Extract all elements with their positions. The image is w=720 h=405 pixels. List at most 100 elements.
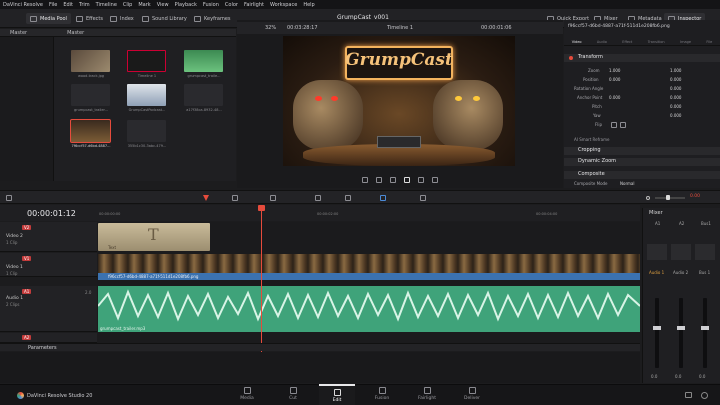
sound-library-button[interactable]: Sound Library xyxy=(138,13,191,24)
transform-toggle-icon[interactable] xyxy=(569,56,573,60)
menu-color[interactable]: Color xyxy=(225,2,238,8)
marker-icon[interactable] xyxy=(420,195,426,201)
loop-icon[interactable] xyxy=(432,177,438,183)
timeline-selector[interactable]: Timeline 1 xyxy=(387,25,413,31)
link-icon[interactable] xyxy=(345,195,351,201)
menu-fusion[interactable]: Fusion xyxy=(203,2,219,8)
page-cut[interactable]: Cut xyxy=(275,384,311,405)
track-id-a1[interactable]: A1 xyxy=(22,289,32,294)
index-button[interactable]: Index xyxy=(106,13,138,24)
track-id-v1[interactable]: V1 xyxy=(22,256,32,261)
yaw-value[interactable]: 0.000 xyxy=(670,113,681,118)
flag-icon[interactable] xyxy=(380,195,386,201)
fader-track-a2[interactable] xyxy=(679,298,683,368)
fader-track-bus1[interactable] xyxy=(703,298,707,368)
insert-clip-icon[interactable] xyxy=(270,195,276,201)
page-deliver[interactable]: Deliver xyxy=(454,384,490,405)
mixer-eq-a2[interactable] xyxy=(671,244,691,260)
settings-gear-icon[interactable] xyxy=(701,392,708,399)
menu-timeline[interactable]: Timeline xyxy=(96,2,117,8)
tab-image[interactable]: Image xyxy=(680,40,691,45)
zoom-x-value[interactable]: 1.000 xyxy=(609,68,620,73)
flip-vertical-icon[interactable] xyxy=(620,122,626,128)
page-edit[interactable]: Edit xyxy=(319,384,355,405)
fader-knob-a2[interactable] xyxy=(677,326,685,330)
video-clip-filmstrip[interactable] xyxy=(98,254,640,273)
clip-thumb-5[interactable] xyxy=(127,84,166,106)
track-id-v2[interactable]: V2 xyxy=(22,225,32,230)
clip-thumb-7[interactable] xyxy=(70,119,111,143)
track-id-a2[interactable]: A2 xyxy=(22,335,32,340)
position-y-value[interactable]: 0.000 xyxy=(670,77,681,82)
video-clip[interactable]: f96ccf57-d6bd-4887-a71f-511d1e208fb6.png xyxy=(98,273,640,280)
page-media-label: Media xyxy=(240,396,254,401)
tab-transition[interactable]: Transition xyxy=(648,40,665,45)
play-icon[interactable] xyxy=(404,177,410,183)
menu-help[interactable]: Help xyxy=(303,2,314,8)
clip-thumb-1[interactable] xyxy=(71,50,110,72)
keyframes-button[interactable]: Keyframes xyxy=(190,13,235,24)
speaker-icon[interactable] xyxy=(646,196,650,200)
bin-list[interactable] xyxy=(0,37,54,181)
pitch-value[interactable]: 0.000 xyxy=(670,104,681,109)
layout-icon[interactable] xyxy=(6,195,12,201)
selection-tool-icon[interactable] xyxy=(203,195,209,201)
menu-edit[interactable]: Edit xyxy=(63,2,73,8)
flip-horizontal-icon[interactable] xyxy=(611,122,617,128)
menu-view[interactable]: View xyxy=(157,2,169,8)
dynamic-zoom-header[interactable]: Dynamic Zoom xyxy=(564,158,720,166)
menu-trim[interactable]: Trim xyxy=(79,2,90,8)
page-media[interactable]: Media xyxy=(229,384,265,405)
composite-header[interactable]: Composite xyxy=(564,171,720,179)
audio-clip[interactable]: grumpcast_trailer.mp3 xyxy=(98,286,640,332)
title-clip[interactable]: T Text xyxy=(98,223,210,251)
volume-slider[interactable] xyxy=(655,197,685,199)
bin-master-label[interactable]: Master xyxy=(10,30,27,36)
mixer-eq-a1[interactable] xyxy=(647,244,667,260)
snapping-icon[interactable] xyxy=(315,195,321,201)
tab-audio[interactable]: Audio xyxy=(597,40,607,45)
anchor-y-value[interactable]: 0.000 xyxy=(670,95,681,100)
viewer-image[interactable]: GrumpCast xyxy=(283,36,515,166)
position-x-value[interactable]: 0.000 xyxy=(609,77,620,82)
menu-clip[interactable]: Clip xyxy=(123,2,132,8)
media-pool-button[interactable]: Media Pool xyxy=(26,13,71,24)
tab-file[interactable]: File xyxy=(706,40,712,45)
tab-video[interactable]: Video xyxy=(572,40,582,45)
menu-mark[interactable]: Mark xyxy=(138,2,150,8)
stop-icon[interactable] xyxy=(390,177,396,183)
page-fusion[interactable]: Fusion xyxy=(364,384,400,405)
mixer-eq-bus1[interactable] xyxy=(695,244,715,260)
menu-workspace[interactable]: Workspace xyxy=(270,2,297,8)
clip-thumb-3[interactable] xyxy=(184,50,223,72)
clip-thumb-8[interactable] xyxy=(127,120,166,142)
clip-thumb-6[interactable] xyxy=(184,84,223,106)
rotation-value[interactable]: 0.000 xyxy=(670,86,681,91)
anchor-x-value[interactable]: 0.000 xyxy=(609,95,620,100)
zoom-y-value[interactable]: 1.000 xyxy=(670,68,681,73)
page-fairlight[interactable]: Fairlight xyxy=(409,384,445,405)
tab-effect[interactable]: Effect xyxy=(622,40,632,45)
cropping-header[interactable]: Cropping xyxy=(564,147,720,155)
pool-master-label[interactable]: Master xyxy=(67,30,84,36)
skip-back-icon[interactable] xyxy=(362,177,368,183)
fader-track-a1[interactable] xyxy=(655,298,659,368)
step-back-icon[interactable] xyxy=(376,177,382,183)
fader-knob-a1[interactable] xyxy=(653,326,661,330)
menu-file[interactable]: File xyxy=(49,2,57,8)
zoom-level[interactable]: 32% xyxy=(265,25,276,31)
step-forward-icon[interactable] xyxy=(418,177,424,183)
clip-thumb-4[interactable] xyxy=(71,84,110,106)
transform-header[interactable]: Transform xyxy=(564,54,720,62)
menu-fairlight[interactable]: Fairlight xyxy=(244,2,264,8)
trim-tool-icon[interactable] xyxy=(232,195,238,201)
composite-mode-value[interactable]: Normal xyxy=(620,181,634,186)
clip-thumb-2[interactable] xyxy=(127,50,166,72)
playhead-handle[interactable] xyxy=(258,205,265,211)
fader-knob-bus1[interactable] xyxy=(701,326,709,330)
home-icon[interactable] xyxy=(685,392,692,398)
effects-button[interactable]: Effects xyxy=(72,13,107,24)
menu-playback[interactable]: Playback xyxy=(175,2,197,8)
volume-slider-handle[interactable] xyxy=(666,195,670,200)
menu-app[interactable]: DaVinci Resolve xyxy=(3,2,43,8)
